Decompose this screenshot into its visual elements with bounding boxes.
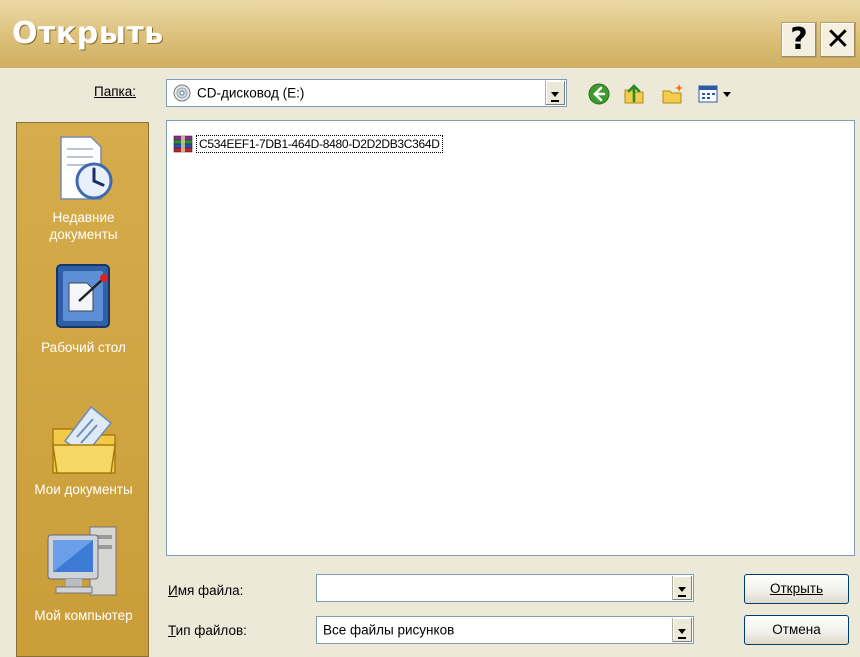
filetype-dropdown-arrow[interactable]: [672, 618, 692, 642]
folder-dropdown[interactable]: CD-дисковод (E:): [166, 79, 567, 107]
file-name: C534EEF1-7DB1-464D-8480-D2D2DB3C364D: [196, 135, 443, 153]
file-list[interactable]: C534EEF1-7DB1-464D-8480-D2D2DB3C364D: [166, 120, 855, 556]
archive-icon: [173, 135, 193, 153]
place-recent-documents[interactable]: Недавние документы: [17, 133, 150, 243]
help-button[interactable]: ?: [781, 22, 817, 58]
filetype-dropdown[interactable]: Все файлы рисунков: [316, 616, 694, 644]
folder-value: CD-дисковод (E:): [197, 85, 305, 101]
place-label: Рабочий стол: [41, 340, 126, 355]
folder-label: Папка:: [94, 84, 136, 99]
view-menu-icon[interactable]: [697, 82, 741, 106]
my-documents-icon: [51, 405, 116, 474]
cancel-button[interactable]: Отмена: [744, 615, 849, 645]
folder-up-icon[interactable]: [622, 82, 646, 106]
open-button-label: Открыть: [769, 581, 824, 596]
filename-input[interactable]: [316, 574, 694, 602]
filetype-label: Тип файлов:: [168, 623, 247, 638]
folder-dropdown-arrow[interactable]: [545, 81, 565, 105]
dialog-title: Открыть: [12, 16, 164, 51]
close-button[interactable]: ✕: [820, 22, 856, 58]
place-my-computer[interactable]: Мой компьютер: [17, 521, 150, 624]
filename-label-rest: мя файла:: [177, 583, 244, 598]
place-my-documents[interactable]: Мои документы: [17, 393, 150, 498]
cd-drive-icon: [173, 84, 191, 102]
folder-label-text: Папка:: [94, 84, 136, 99]
place-label: Мои документы: [34, 482, 133, 497]
my-computer-icon: [47, 526, 116, 596]
filetype-value: Все файлы рисунков: [323, 622, 455, 638]
title-bar[interactable]: Открыть ? ✕: [0, 0, 860, 68]
filetype-label-rest: ип файлов:: [175, 623, 247, 638]
filename-dropdown-arrow[interactable]: [672, 576, 692, 600]
desktop-icon: [55, 264, 110, 328]
open-file-dialog: Открыть ? ✕ Папка: CD-дисковод (E:) Неда…: [0, 0, 860, 657]
recent-documents-icon: [59, 136, 112, 200]
places-bar: Недавние документы Рабочий стол Мои доку…: [16, 122, 149, 657]
place-label: Недавние документы: [49, 210, 118, 242]
place-desktop[interactable]: Рабочий стол: [17, 261, 150, 356]
back-arrow-icon[interactable]: [587, 82, 611, 106]
place-label: Мой компьютер: [34, 608, 133, 623]
new-folder-icon[interactable]: [661, 82, 685, 106]
filename-label: Имя файла:: [168, 583, 244, 598]
open-button[interactable]: Открыть: [744, 574, 849, 604]
